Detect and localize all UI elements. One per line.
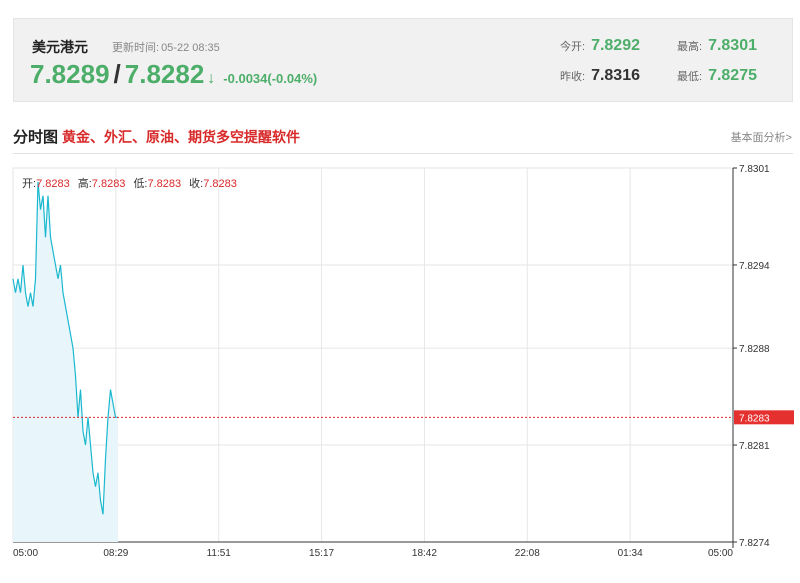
stat-low: 最低: 7.8275 <box>677 67 757 85</box>
ohlc-high-label: 高: <box>77 178 92 190</box>
fundamental-analysis-link[interactable]: 基本面分析> <box>731 129 792 145</box>
section-title: 分时图 <box>13 129 59 146</box>
stat-low-value: 7.8275 <box>708 67 757 84</box>
ohlc-close-label: 收: <box>189 178 204 190</box>
stat-prev-value: 7.8316 <box>591 67 640 84</box>
y-tick-label: 7.8294 <box>739 261 770 272</box>
x-tick-label: 15:17 <box>309 548 334 559</box>
ohlc-row: 开:7.8283 高:7.8283 低:7.8283 收:7.8283 <box>22 175 245 191</box>
stat-high: 最高: 7.8301 <box>677 37 757 55</box>
alert-software-link[interactable]: 黄金、外汇、原油、期货多空提醒软件 <box>62 129 300 145</box>
y-tick-label: 7.8288 <box>739 344 770 355</box>
stat-prev-label: 昨收: <box>560 71 586 83</box>
x-tick-label: 01:34 <box>618 548 643 559</box>
stat-high-label: 最高: <box>677 41 703 53</box>
x-tick-label: 08:29 <box>103 548 128 559</box>
ohlc-open-label: 开: <box>22 178 37 190</box>
stat-prev-close: 昨收: 7.8316 <box>560 67 640 85</box>
x-tick-label: 22:08 <box>515 548 540 559</box>
chart-grid <box>12 167 734 548</box>
ask-price: 7.8282 <box>124 59 205 89</box>
x-tick-label: 18:42 <box>412 548 437 559</box>
ohlc-close-value: 7.8283 <box>203 178 237 190</box>
x-tick-label: 11:51 <box>207 548 232 559</box>
price-separator: / <box>113 59 121 89</box>
ohlc-high-value: 7.8283 <box>91 178 126 190</box>
price-change: -0.0034(-0.04%) <box>223 71 318 86</box>
y-axis-labels: 7.8301 7.8294 7.8288 7.8281 7.8274 <box>733 164 770 549</box>
instrument-name: 美元港元 <box>32 39 88 55</box>
stat-low-label: 最低: <box>677 71 703 83</box>
price-area-fill <box>13 181 118 542</box>
stat-high-value: 7.8301 <box>708 37 757 54</box>
price-display: 7.8289/7.8282 ↓ -0.0034(-0.04%) <box>30 59 317 90</box>
stat-open-value: 7.8292 <box>591 37 640 54</box>
ohlc-open-value: 7.8283 <box>36 178 70 190</box>
update-time: 更新时间: 05-22 08:35 <box>110 39 220 55</box>
x-tick-label: 05:00 <box>13 548 38 559</box>
plot-frame <box>12 167 734 543</box>
update-time-value: 05-22 08:35 <box>161 42 220 54</box>
section-divider <box>13 153 793 154</box>
y-tick-label: 7.8301 <box>739 164 770 175</box>
x-axis-labels: 05:00 08:29 11:51 15:17 18:42 22:08 01:34 05:00 <box>13 548 733 559</box>
stat-open-label: 今开: <box>560 41 586 53</box>
update-time-label: 更新时间: <box>112 42 160 54</box>
intraday-chart: 7.8301 7.8294 7.8288 7.8281 7.8274 05:00 08:2… <box>12 164 794 559</box>
ohlc-low-value: 7.8283 <box>147 178 182 190</box>
y-tick-label: 7.8274 <box>739 538 770 549</box>
ohlc-low-label: 低: <box>133 178 148 190</box>
current-price-tag-text: 7.8283 <box>739 413 770 424</box>
bid-price: 7.8289 <box>30 59 110 89</box>
down-arrow-icon: ↓ <box>207 70 216 87</box>
stat-open: 今开: 7.8292 <box>560 37 640 55</box>
section-header: 分时图 黄金、外汇、原油、期货多空提醒软件 <box>13 126 300 147</box>
y-tick-label: 7.8281 <box>739 441 770 452</box>
quote-panel: 美元港元 更新时间: 05-22 08:35 7.8289/7.8282 ↓ -0.0… <box>13 18 793 102</box>
x-tick-label: 05:00 <box>708 548 733 559</box>
